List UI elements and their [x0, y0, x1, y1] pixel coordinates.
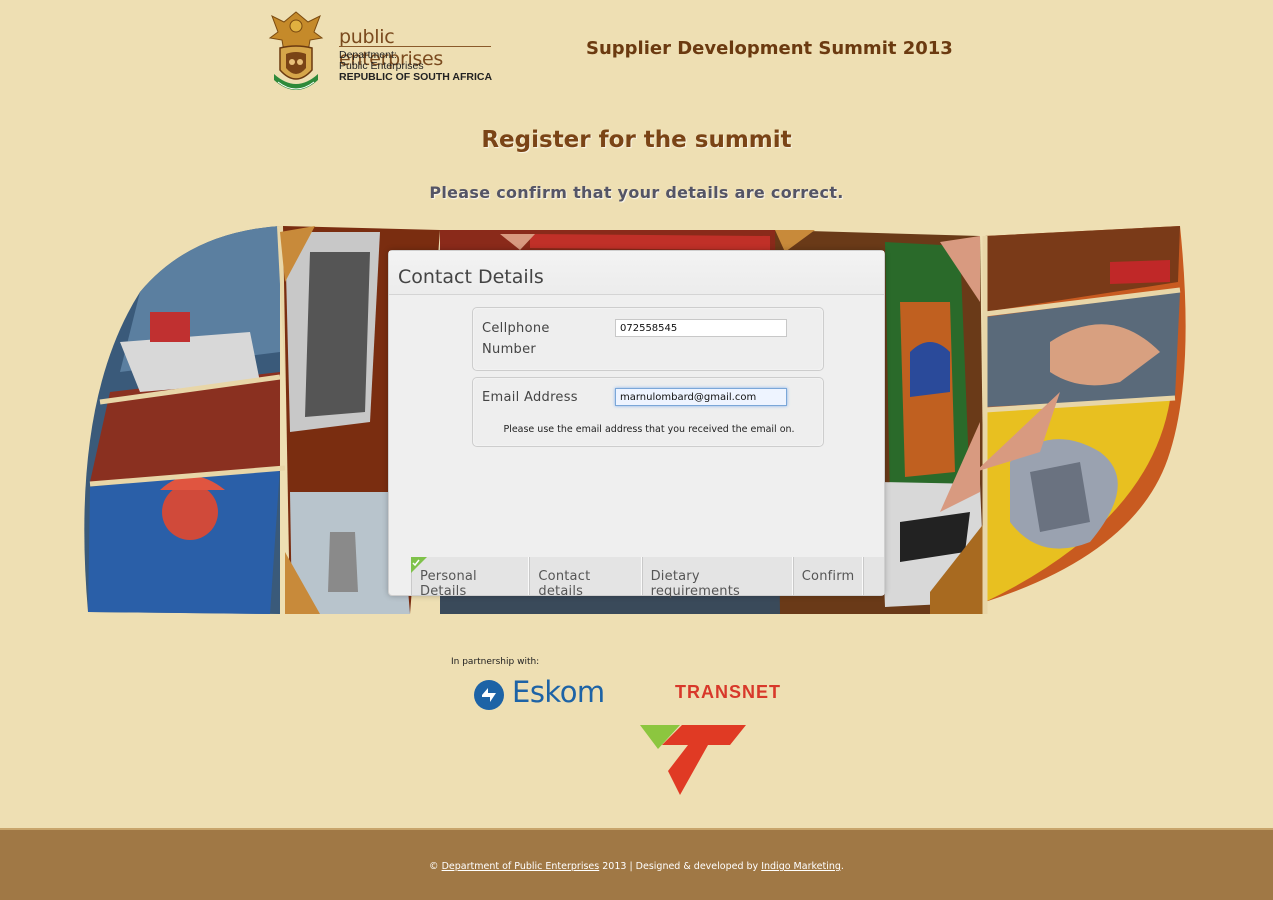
email-label: Email Address — [482, 390, 578, 405]
tab-label: Confirm — [801, 569, 855, 584]
copyright-symbol: © — [429, 861, 439, 872]
email-hint: Please use the email address that you re… — [503, 424, 795, 435]
step-tabs: Personal Details Contact details Dietary… — [411, 557, 884, 599]
indigo-marketing-link[interactable]: Indigo Marketing — [761, 861, 841, 872]
tab-label: Personal Details — [420, 569, 477, 599]
page-subtitle: Please confirm that your details are cor… — [429, 183, 844, 202]
footer-middle-text: 2013 | Designed & developed by — [602, 861, 759, 872]
eskom-icon — [474, 680, 504, 710]
dpe-logo: public enterprises Department: Public En… — [264, 8, 504, 94]
dpe-link[interactable]: Department of Public Enterprises — [442, 861, 600, 872]
tab-label: Contact details — [538, 569, 591, 599]
coat-of-arms-icon — [268, 11, 324, 90]
tab-dietary-requirements[interactable]: Dietary requirements — [641, 557, 793, 599]
partnership-label: In partnership with: — [451, 657, 540, 667]
tab-personal-details[interactable]: Personal Details — [411, 557, 530, 599]
logo-divider — [339, 46, 491, 47]
footer: © Department of Public Enterprises 2013 … — [0, 828, 1273, 900]
cellphone-label: Cellphone Number — [482, 321, 550, 357]
tab-label: Dietary requirements — [650, 569, 740, 599]
eskom-wordmark: Eskom — [512, 675, 605, 709]
contact-details-panel: Contact Details Cellphone Number Email A… — [388, 250, 885, 599]
footer-end: . — [840, 861, 844, 872]
checkmark-icon — [411, 557, 427, 573]
transnet-logo: TRANSNET — [675, 682, 805, 704]
cellphone-field-group: Cellphone Number — [472, 307, 824, 371]
eskom-logo: Eskom — [472, 675, 612, 715]
transnet-wordmark: TRANSNET — [675, 682, 781, 702]
tab-bar-end — [863, 557, 884, 595]
tab-confirm[interactable]: Confirm — [792, 557, 864, 595]
tab-contact-details[interactable]: Contact details — [529, 557, 642, 599]
transnet-t-icon — [640, 725, 746, 795]
page-title: Register for the summit — [481, 127, 792, 153]
logo-line-country: REPUBLIC OF SOUTH AFRICA — [339, 71, 493, 83]
event-title: Supplier Development Summit 2013 — [586, 38, 953, 59]
email-input[interactable] — [615, 388, 787, 406]
email-field-group: Email Address Please use the email addre… — [472, 377, 824, 447]
panel-heading: Contact Details — [389, 251, 884, 295]
cellphone-input[interactable] — [615, 319, 787, 337]
footer-text: © Department of Public Enterprises 2013 … — [0, 861, 1273, 872]
